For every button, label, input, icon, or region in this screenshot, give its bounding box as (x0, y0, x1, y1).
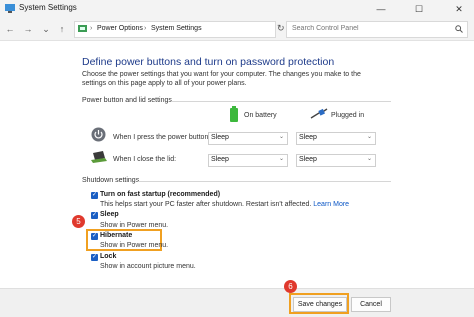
page-description: Choose the power settings that you want … (82, 71, 361, 87)
hibernate-label: Hibernate (100, 232, 133, 239)
battery-icon (230, 106, 238, 122)
window-title: System Settings (19, 3, 77, 12)
breadcrumb-separator: › (144, 25, 147, 32)
breadcrumb-power-options[interactable]: Power Options (97, 25, 143, 32)
fast-startup-label: Turn on fast startup (recommended) (100, 191, 221, 198)
fast-startup-checkbox[interactable]: ✓ (91, 192, 98, 199)
system-settings-app-icon (5, 4, 15, 13)
lock-checkbox[interactable]: ✓ (91, 254, 98, 261)
sleep-checkbox[interactable]: ✓ (91, 212, 98, 219)
search-icon[interactable] (455, 25, 463, 33)
step-5-badge: 5 (72, 215, 85, 228)
power-button-icon (91, 127, 106, 142)
chevron-down-icon: ⌄ (366, 156, 372, 162)
plug-icon (310, 108, 328, 119)
close-button[interactable]: ✕ (452, 2, 466, 16)
power-button-row-label: When I press the power button: (113, 134, 211, 141)
learn-more-link[interactable]: Learn More (313, 201, 349, 208)
sleep-hint: Show in Power menu. (100, 222, 169, 229)
chevron-down-icon: ⌄ (278, 134, 284, 140)
plugged-in-header: Plugged in (331, 112, 365, 119)
breadcrumb-system-settings[interactable]: System Settings (151, 25, 202, 32)
lock-label: Lock (100, 253, 117, 260)
select-value: Sleep (211, 134, 229, 141)
section-divider (171, 101, 391, 102)
chevron-down-icon: ⌄ (278, 156, 284, 162)
recent-locations-chevron-icon[interactable]: ⌄ (40, 23, 52, 35)
address-bar[interactable]: › Power Options › System Settings (74, 21, 276, 38)
laptop-lid-icon (91, 151, 107, 163)
refresh-icon[interactable]: ↻ (277, 23, 285, 34)
on-battery-header: On battery (244, 112, 277, 119)
sleep-label: Sleep (100, 211, 119, 218)
power-button-plugged-select[interactable]: Sleep ⌄ (296, 132, 376, 145)
footer-bar (0, 288, 474, 317)
cancel-button[interactable]: Cancel (351, 297, 391, 312)
save-changes-button[interactable]: Save changes (293, 297, 347, 312)
search-input[interactable] (290, 24, 444, 33)
select-value: Sleep (299, 156, 317, 163)
shutdown-section-label: Shutdown settings (82, 177, 140, 184)
page-heading: Define power buttons and turn on passwor… (82, 56, 335, 68)
fast-startup-hint: This helps start your PC faster after sh… (100, 201, 349, 208)
step-6-badge: 6 (284, 280, 297, 293)
hibernate-checkbox[interactable]: ✓ (91, 233, 98, 240)
minimize-button[interactable]: — (374, 2, 388, 16)
lock-hint: Show in account picture menu. (100, 263, 196, 270)
select-value: Sleep (299, 134, 317, 141)
title-bar: System Settings — ☐ ✕ (0, 0, 474, 18)
maximize-button[interactable]: ☐ (412, 2, 426, 16)
forward-arrow-icon[interactable]: → (22, 23, 34, 35)
close-lid-plugged-select[interactable]: Sleep ⌄ (296, 154, 376, 167)
close-lid-battery-select[interactable]: Sleep ⌄ (208, 154, 288, 167)
power-button-battery-select[interactable]: Sleep ⌄ (208, 132, 288, 145)
chevron-down-icon: ⌄ (366, 134, 372, 140)
up-arrow-icon[interactable]: ↑ (56, 23, 68, 35)
fast-startup-hint-text: This helps start your PC faster after sh… (100, 201, 312, 208)
hibernate-hint: Show in Power menu. (100, 242, 169, 249)
navigation-bar: ← → ⌄ ↑ › Power Options › System Setting… (0, 18, 474, 41)
breadcrumb-separator: › (90, 25, 93, 32)
select-value: Sleep (211, 156, 229, 163)
close-lid-row-label: When I close the lid: (113, 156, 177, 163)
search-box[interactable] (286, 21, 468, 38)
control-panel-icon (78, 25, 87, 32)
power-button-section-label: Power button and lid settings (82, 97, 172, 104)
section-divider (138, 181, 391, 182)
back-arrow-icon[interactable]: ← (4, 23, 16, 35)
